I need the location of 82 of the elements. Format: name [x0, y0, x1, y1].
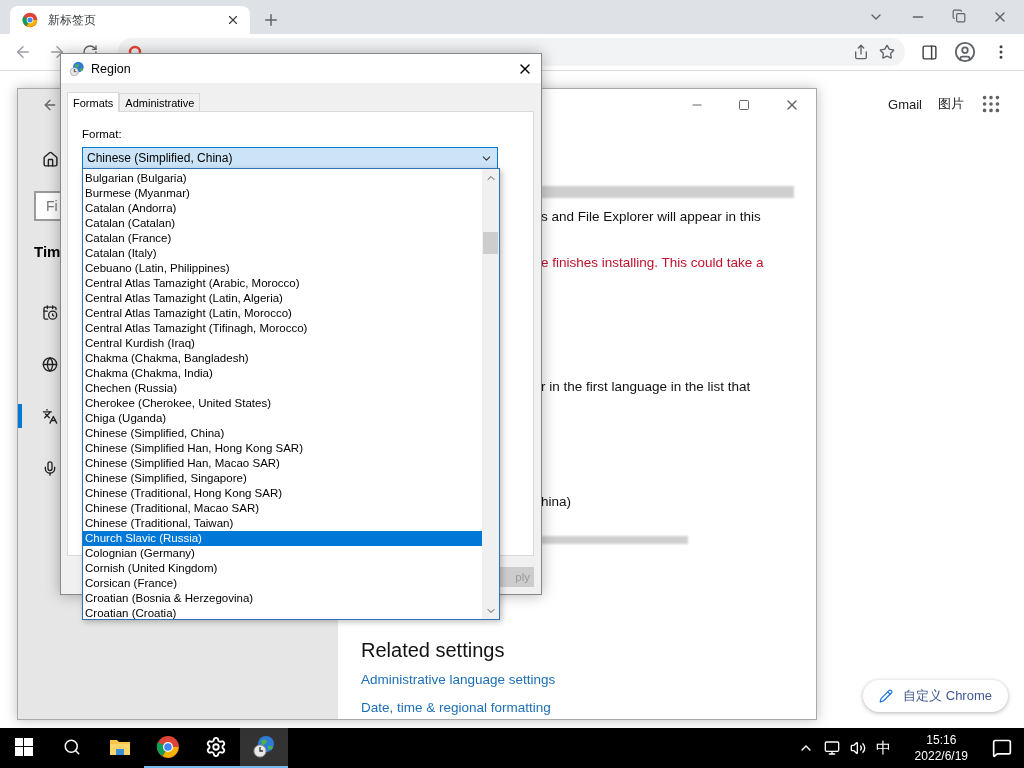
taskbar-app[interactable]: [240, 728, 288, 768]
list-item[interactable]: Chiga (Uganda): [83, 411, 482, 426]
scroll-thumb[interactable]: [483, 232, 498, 254]
list-item[interactable]: Central Atlas Tamazight (Latin, Algeria): [83, 291, 482, 306]
list-item[interactable]: Chechen (Russia): [83, 381, 482, 396]
globe-icon: [42, 355, 58, 373]
maximize-icon[interactable]: [738, 99, 750, 111]
notification-icon[interactable]: [992, 738, 1012, 758]
chrome-logo-icon: [22, 12, 38, 28]
list-item[interactable]: Cebuano (Latin, Philippines): [83, 261, 482, 276]
list-item[interactable]: Chinese (Simplified, China): [83, 426, 482, 441]
clock-date[interactable]: 2022/6/19: [914, 748, 968, 764]
globe-clock-icon: [69, 60, 85, 77]
list-item[interactable]: Chinese (Simplified Han, Hong Kong SAR): [83, 441, 482, 456]
top-link[interactable]: 图片: [938, 95, 964, 113]
settings-link[interactable]: Date, time & regional formatting: [361, 698, 816, 718]
settings-link[interactable]: Administrative language settings: [361, 670, 816, 690]
top-link[interactable]: Gmail: [888, 96, 922, 112]
calendar-clock-icon: [42, 303, 58, 321]
list-item[interactable]: Cornish (United Kingdom): [83, 561, 482, 576]
back-icon[interactable]: [14, 43, 32, 61]
description-text: s and File Explorer will appear in this: [541, 208, 762, 226]
volume-icon[interactable]: [849, 740, 866, 756]
list-item[interactable]: Central Atlas Tamazight (Latin, Morocco): [83, 306, 482, 321]
gear-icon: [205, 736, 227, 758]
list-item[interactable]: Chinese (Traditional, Macao SAR): [83, 501, 482, 516]
clock-time[interactable]: 15:16: [926, 732, 957, 748]
list-item[interactable]: Central Atlas Tamazight (Arabic, Morocco): [83, 276, 482, 291]
list-item[interactable]: Chinese (Traditional, Hong Kong SAR): [83, 486, 482, 501]
network-icon[interactable]: [823, 740, 840, 756]
profile-icon[interactable]: [954, 41, 976, 63]
microphone-icon: [42, 459, 58, 477]
description-text: hina): [541, 493, 573, 511]
list-item[interactable]: Catalan (France): [83, 231, 482, 246]
home-icon[interactable]: [42, 151, 59, 168]
apps-grid-icon[interactable]: [980, 93, 1002, 115]
language-icon: [42, 407, 58, 425]
field-label: Format:: [82, 127, 123, 141]
list-item[interactable]: Chakma (Chakma, India): [83, 366, 482, 381]
section-heading: Tim: [34, 243, 61, 260]
list-item[interactable]: Chinese (Simplified, Singapore): [83, 471, 482, 486]
list-item[interactable]: Chinese (Simplified Han, Macao SAR): [83, 456, 482, 471]
folder-icon: [109, 737, 131, 757]
list-item[interactable]: Colognian (Germany): [83, 546, 482, 561]
dialog-tab[interactable]: Administrative: [119, 93, 201, 111]
bookmark-star-icon[interactable]: [879, 44, 895, 60]
list-item[interactable]: Catalan (Andorra): [83, 201, 482, 216]
list-item[interactable]: Central Kurdish (Iraq): [83, 336, 482, 351]
restore-icon[interactable]: [952, 9, 966, 23]
windows-start-icon[interactable]: [15, 738, 33, 756]
close-icon[interactable]: [226, 13, 240, 27]
pencil-icon: [879, 689, 894, 703]
back-icon[interactable]: [42, 97, 58, 113]
dialog-tab[interactable]: Formats: [67, 92, 120, 112]
list-item[interactable]: Chinese (Traditional, Taiwan): [83, 516, 482, 531]
dialog-title: Region: [91, 61, 132, 76]
list-item[interactable]: Croatian (Bosnia & Herzegovina): [83, 591, 482, 606]
forward-icon[interactable]: [48, 43, 66, 61]
list-item[interactable]: Catalan (Catalan): [83, 216, 482, 231]
list-item[interactable]: Catalan (Italy): [83, 246, 482, 261]
list-item[interactable]: Central Atlas Tamazight (Tifinagh, Morocco): [83, 321, 482, 336]
list-item[interactable]: Cherokee (Cherokee, United States): [83, 396, 482, 411]
section-heading: Related settings: [361, 638, 506, 663]
customize-button[interactable]: 自定义 Chrome: [863, 680, 1008, 712]
list-item[interactable]: Church Slavic (Russia): [83, 531, 482, 546]
list-item[interactable]: Bulgarian (Bulgaria): [83, 171, 482, 186]
warning-text: e finishes installing. This could take a: [541, 254, 765, 272]
globe-clock-icon: [252, 735, 276, 759]
share-icon[interactable]: [853, 44, 869, 60]
scrollbar[interactable]: [482, 169, 499, 619]
list-item[interactable]: Chakma (Chakma, Bangladesh): [83, 351, 482, 366]
input-method-indicator[interactable]: 中: [875, 738, 891, 758]
new-tab-icon[interactable]: [262, 11, 280, 29]
search-icon[interactable]: [63, 738, 81, 756]
chrome-logo-icon: [156, 735, 180, 759]
side-panel-icon[interactable]: [921, 43, 938, 61]
list-item[interactable]: Burmese (Myanmar): [83, 186, 482, 201]
list-item[interactable]: Croatian (Croatia): [83, 606, 482, 619]
description-text: r in the first language in the list that: [541, 378, 752, 396]
format-dropdown[interactable]: Chinese (Simplified, China): [82, 147, 498, 169]
browser-tab[interactable]: 新标签页: [10, 6, 250, 34]
list-item[interactable]: Corsican (France): [83, 576, 482, 591]
